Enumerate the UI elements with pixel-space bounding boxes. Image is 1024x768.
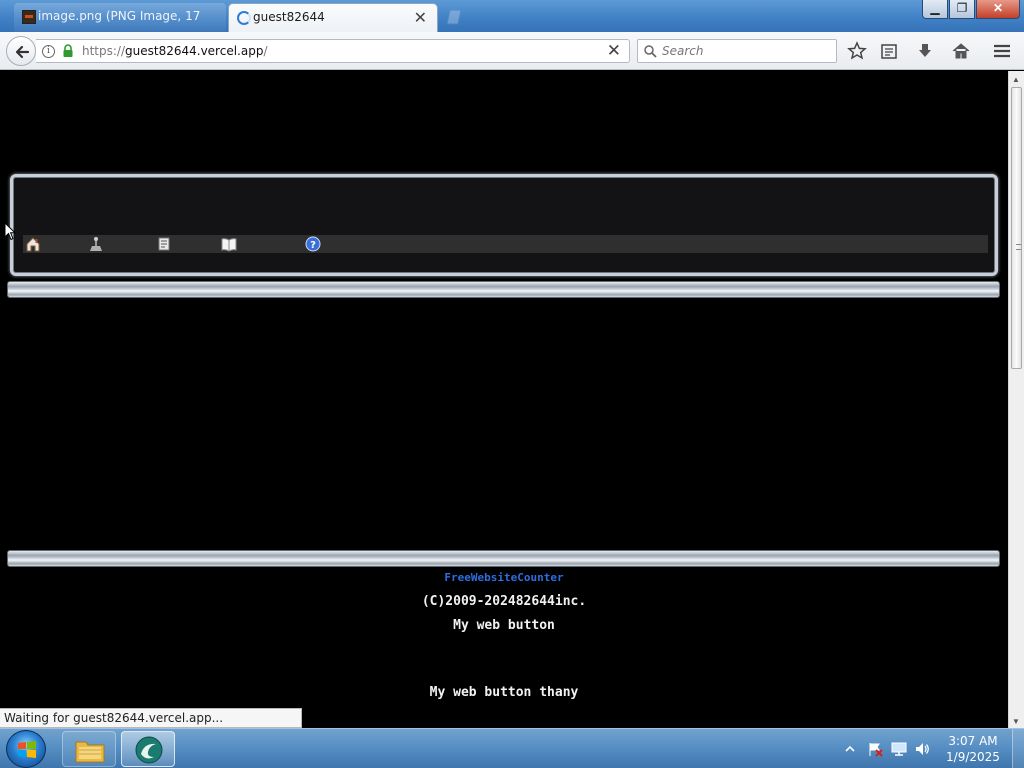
image-favicon-icon bbox=[22, 10, 36, 24]
url-scheme: https:// bbox=[82, 44, 126, 58]
new-tab-icon[interactable] bbox=[444, 8, 464, 26]
note-icon[interactable] bbox=[156, 236, 172, 252]
show-desktop-button[interactable] bbox=[1012, 729, 1024, 768]
browser-app-icon bbox=[135, 736, 163, 764]
lock-icon bbox=[63, 44, 73, 57]
vertical-scrollbar[interactable]: ▲ ▼ bbox=[1008, 71, 1024, 728]
star-icon[interactable] bbox=[847, 41, 867, 61]
reading-list-icon[interactable] bbox=[879, 41, 899, 61]
top-divider-bar bbox=[7, 281, 1000, 298]
address-bar[interactable]: i https://guest82644.vercel.app/ ✕ bbox=[36, 39, 630, 63]
back-arrow-icon bbox=[15, 45, 30, 59]
tab-strip: image.png (PNG Image, 17 guest82644 ✕ ▁ … bbox=[0, 0, 1024, 32]
clock-time: 3:07 AM bbox=[948, 734, 998, 748]
url-text[interactable]: https://guest82644.vercel.app/ bbox=[82, 44, 267, 58]
windows-explorer-icon bbox=[75, 741, 105, 763]
bottom-divider-bar bbox=[7, 550, 1000, 567]
taskbar-explorer[interactable] bbox=[62, 731, 116, 767]
free-website-counter-link[interactable]: FreeWebsiteCounter bbox=[0, 571, 1008, 584]
menu-icon[interactable] bbox=[992, 41, 1012, 61]
download-icon[interactable] bbox=[915, 41, 935, 61]
url-path: / bbox=[263, 44, 268, 58]
maximize-button[interactable]: ❐ bbox=[949, 0, 975, 19]
back-button[interactable] bbox=[6, 36, 36, 66]
close-window-button[interactable]: ✕ bbox=[976, 0, 1020, 19]
site-header-panel: ? bbox=[10, 174, 998, 276]
joystick-icon[interactable] bbox=[88, 236, 104, 252]
tab-close-icon[interactable]: ✕ bbox=[414, 4, 427, 31]
scroll-down-icon[interactable]: ▼ bbox=[1012, 717, 1020, 726]
action-center-flag-icon[interactable] bbox=[867, 741, 883, 757]
clock-date: 1/9/2025 bbox=[946, 750, 1000, 764]
search-box[interactable] bbox=[637, 39, 837, 63]
tab-label: guest82644 bbox=[253, 10, 325, 24]
book-icon[interactable] bbox=[221, 236, 237, 252]
search-icon bbox=[644, 45, 657, 58]
minimize-button[interactable]: ▁ bbox=[922, 0, 948, 19]
system-clock[interactable]: 3:07 AM 1/9/2025 bbox=[940, 733, 1006, 765]
stop-loading-icon[interactable]: ✕ bbox=[607, 41, 621, 61]
taskbar-browser[interactable] bbox=[121, 731, 175, 767]
loading-spinner-icon bbox=[237, 11, 251, 25]
volume-icon[interactable] bbox=[914, 741, 930, 757]
windows-taskbar: 3:07 AM 1/9/2025 bbox=[0, 728, 1024, 768]
show-hidden-icons-icon[interactable] bbox=[844, 741, 856, 757]
scroll-up-icon[interactable]: ▲ bbox=[1012, 75, 1020, 84]
my-web-button[interactable]: My web button bbox=[0, 618, 1008, 633]
site-nav-bar: ? bbox=[23, 235, 988, 253]
site-info-icon[interactable]: i bbox=[42, 45, 55, 58]
scrollbar-thumb[interactable] bbox=[1011, 87, 1022, 369]
status-bar: Waiting for guest82644.vercel.app... bbox=[0, 708, 302, 728]
svg-text:?: ? bbox=[310, 240, 316, 251]
home-icon[interactable] bbox=[25, 236, 41, 252]
network-icon[interactable] bbox=[891, 741, 907, 757]
search-input[interactable] bbox=[662, 43, 832, 59]
web-page: ? FreeWebsiteCounter (C)2009-202482644in… bbox=[0, 71, 1008, 728]
mouse-cursor-icon bbox=[4, 222, 16, 241]
windows-logo-icon bbox=[18, 741, 36, 758]
tab-label: image.png (PNG Image, 17 bbox=[38, 9, 201, 23]
my-web-button-thany[interactable]: My web button thany bbox=[0, 685, 1008, 700]
url-host: guest82644.vercel.app bbox=[125, 44, 264, 58]
window-controls: ▁ ❐ ✕ bbox=[921, 0, 1020, 20]
navigation-toolbar: i https://guest82644.vercel.app/ ✕ bbox=[0, 32, 1024, 70]
scroll-grip-icon bbox=[1016, 244, 1021, 250]
tab-image-png[interactable]: image.png (PNG Image, 17 bbox=[14, 3, 226, 32]
screen: image.png (PNG Image, 17 guest82644 ✕ ▁ … bbox=[0, 0, 1024, 768]
copyright-text: (C)2009-202482644inc. bbox=[421, 594, 587, 609]
tab-guest82644[interactable]: guest82644 ✕ bbox=[228, 3, 438, 32]
help-icon[interactable]: ? bbox=[305, 236, 321, 252]
start-button[interactable] bbox=[6, 730, 46, 768]
home-icon[interactable] bbox=[951, 41, 971, 61]
